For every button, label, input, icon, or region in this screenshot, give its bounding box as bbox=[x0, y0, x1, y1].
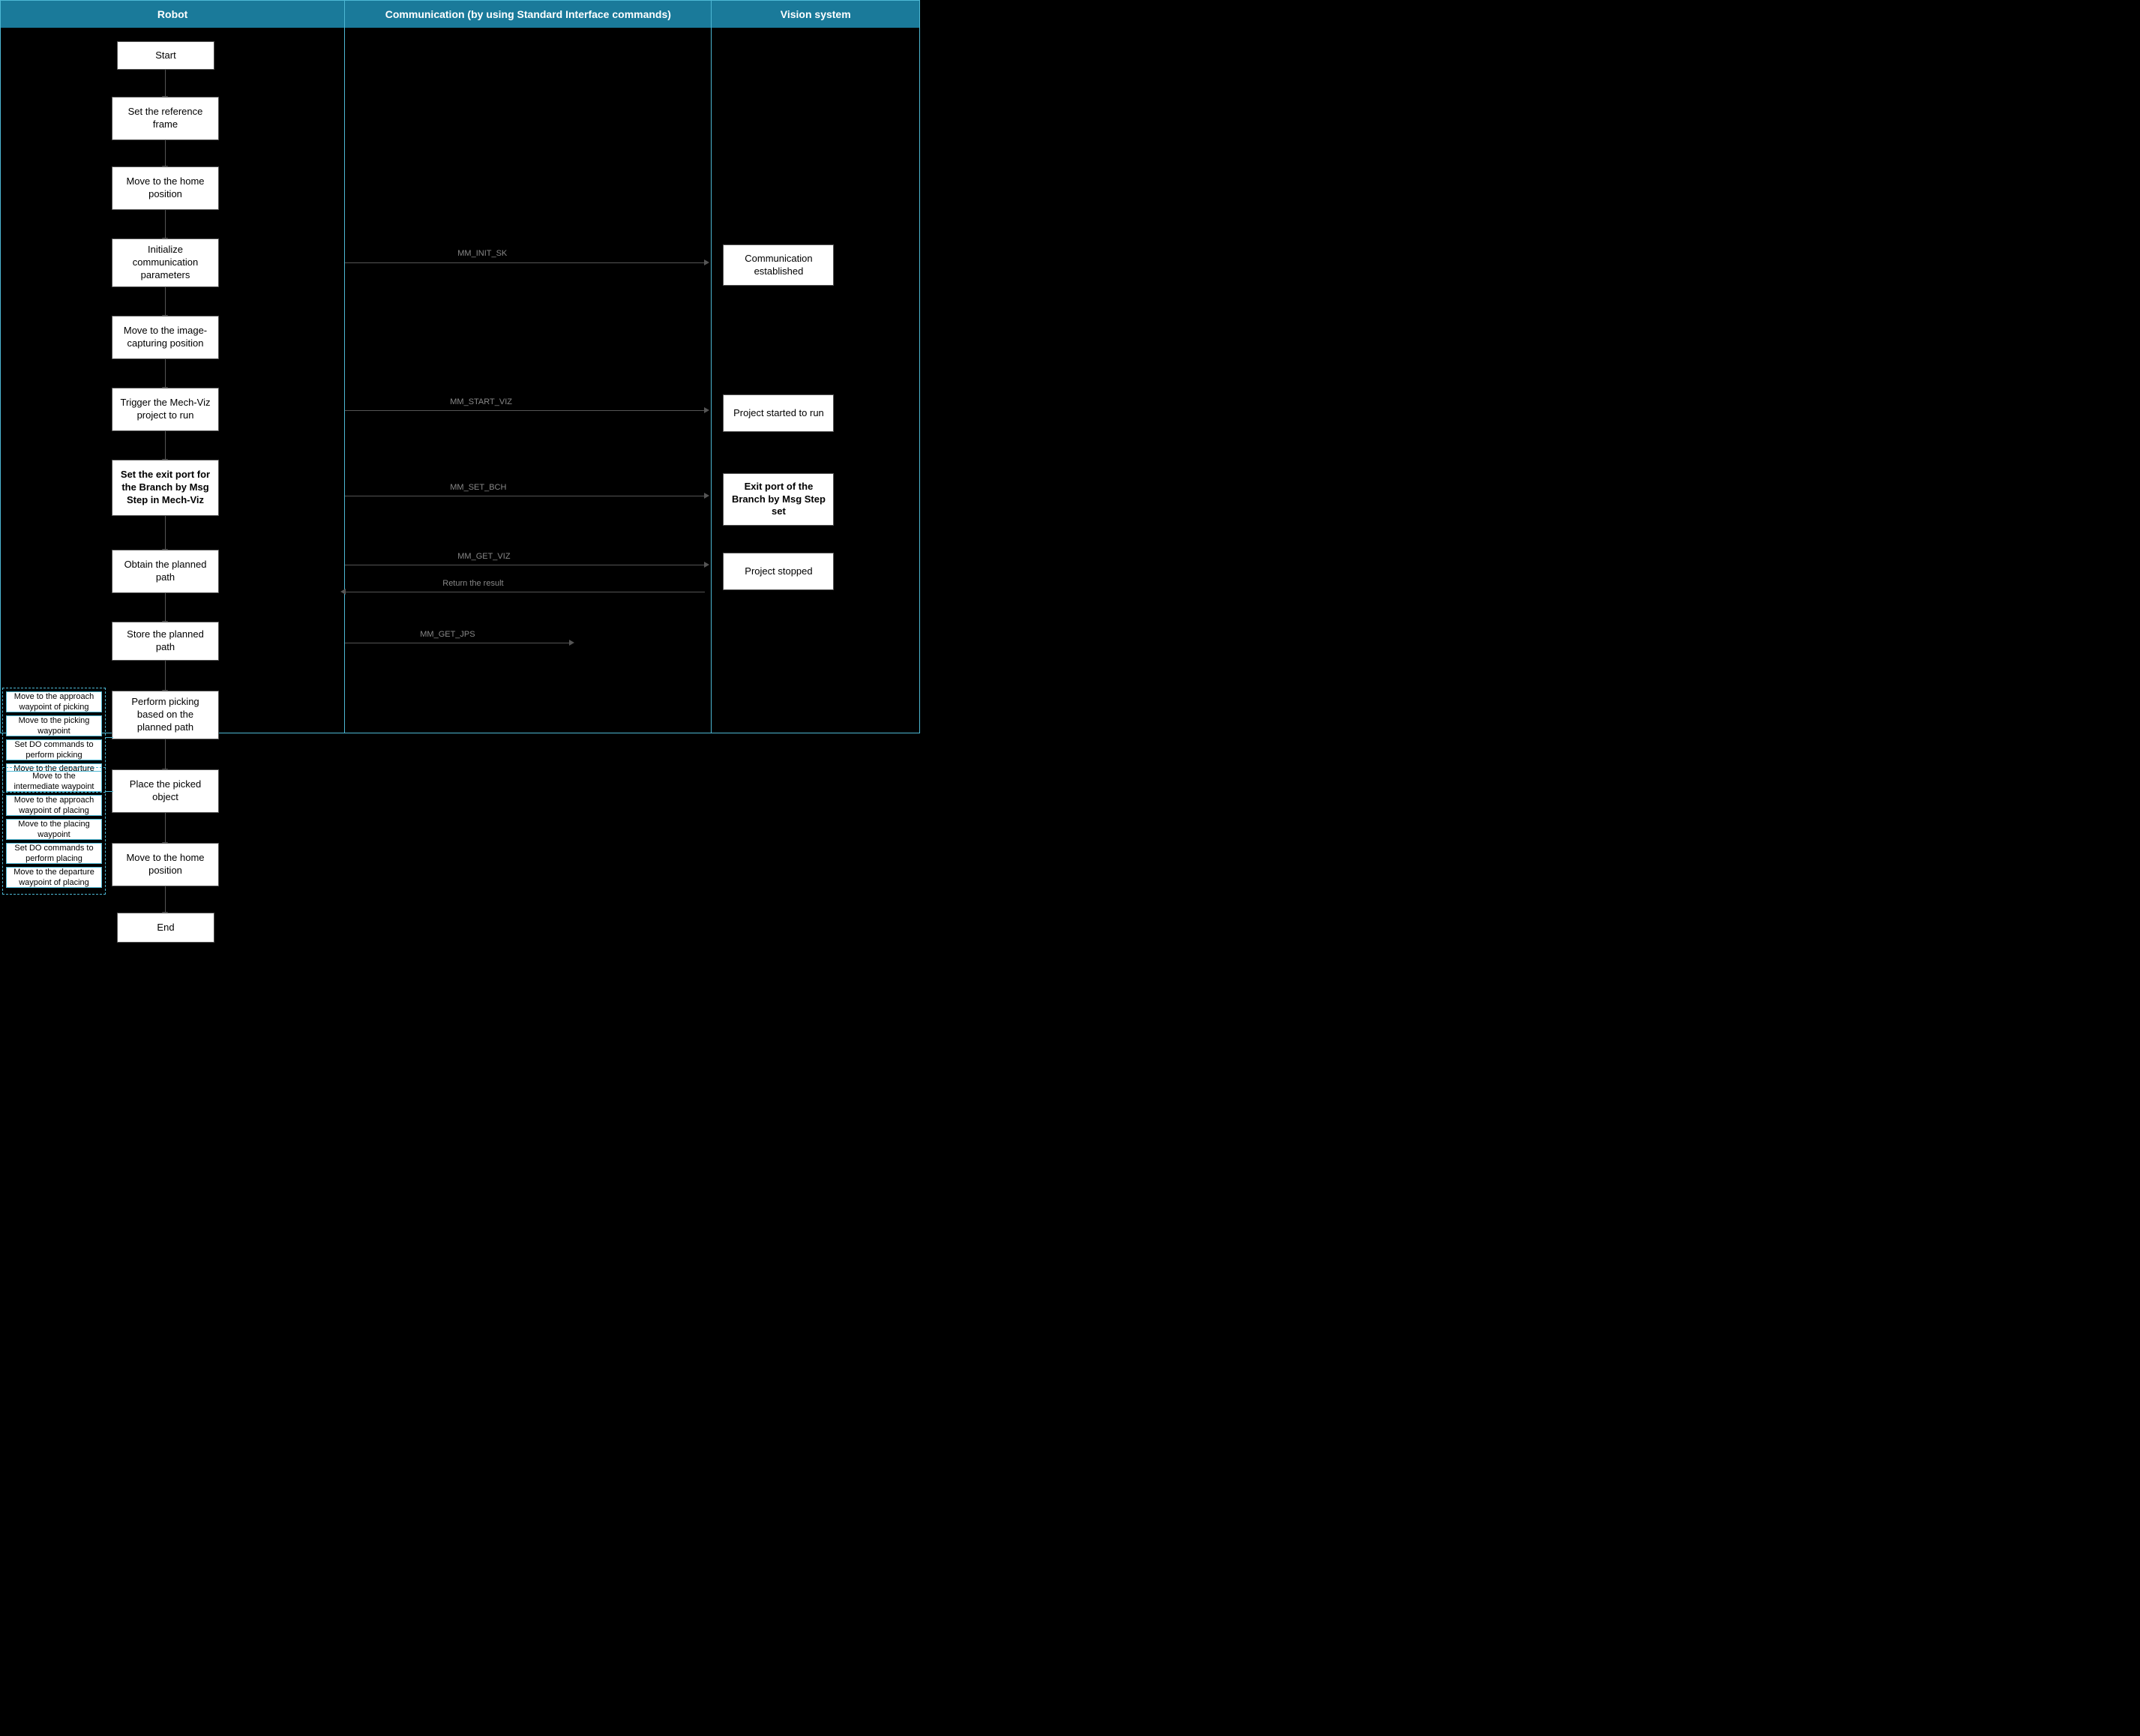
mm-init-arrow bbox=[345, 262, 705, 263]
placing-item-1: Move to the intermediate waypoint bbox=[6, 771, 102, 792]
exit-port-box: Exit port of the Branch by Msg Step set bbox=[723, 473, 834, 526]
header-comm: Communication (by using Standard Interfa… bbox=[345, 1, 712, 28]
init-comm-box: Initialize communication parameters bbox=[112, 238, 219, 287]
home-pos-1-box: Move to the home position bbox=[112, 166, 219, 210]
ref-frame-box: Set the reference frame bbox=[112, 97, 219, 140]
mm-init-label: MM_INIT_SK bbox=[457, 249, 507, 258]
place-label: Place the picked object bbox=[118, 778, 212, 804]
ref-frame-label: Set the reference frame bbox=[118, 106, 212, 131]
home-pos-2-label: Move to the home position bbox=[118, 852, 212, 877]
picking-item-3: Set DO commands to perform picking bbox=[6, 739, 102, 760]
robot-column: Start Set the reference frame Move to th… bbox=[1, 28, 345, 733]
picking-arrow bbox=[106, 737, 113, 738]
image-pos-label: Move to the image-capturing position bbox=[118, 325, 212, 350]
header-robot: Robot bbox=[1, 1, 345, 28]
comm-estab-box: Communication established bbox=[723, 244, 834, 286]
placing-item-3: Move to the placing waypoint bbox=[6, 819, 102, 840]
header: Robot Communication (by using Standard I… bbox=[0, 0, 920, 28]
comm-estab-label: Communication established bbox=[730, 253, 827, 278]
home-pos-2-box: Move to the home position bbox=[112, 843, 219, 886]
mm-start-arrow bbox=[345, 410, 705, 411]
end-label: End bbox=[157, 922, 174, 934]
mm-get-viz-label: MM_GET_VIZ bbox=[457, 552, 510, 561]
placing-group: Move to the intermediate waypoint Move t… bbox=[2, 767, 106, 895]
trigger-box: Trigger the Mech-Viz project to run bbox=[112, 388, 219, 431]
exit-port-label: Exit port of the Branch by Msg Step set bbox=[730, 481, 827, 519]
placing-item-2: Move to the approach waypoint of placing bbox=[6, 795, 102, 816]
store-path-box: Store the planned path bbox=[112, 622, 219, 661]
end-box: End bbox=[117, 913, 214, 943]
trigger-label: Trigger the Mech-Viz project to run bbox=[118, 397, 212, 422]
perform-picking-box: Perform picking based on the planned pat… bbox=[112, 691, 219, 739]
perform-picking-label: Perform picking based on the planned pat… bbox=[118, 696, 212, 734]
picking-label-1: Move to the approach waypoint of picking bbox=[11, 691, 97, 713]
start-box: Start bbox=[117, 41, 214, 70]
comm-column: MM_INIT_SK MM_START_VIZ MM_SET_BCH MM_GE… bbox=[345, 28, 712, 733]
vision-column: Communication established Project starte… bbox=[712, 28, 919, 733]
proj-started-label: Project started to run bbox=[733, 407, 824, 420]
proj-stopped-box: Project stopped bbox=[723, 553, 834, 590]
proj-stopped-label: Project stopped bbox=[745, 565, 812, 578]
picking-label-2: Move to the picking waypoint bbox=[11, 715, 97, 737]
init-comm-label: Initialize communication parameters bbox=[118, 244, 212, 282]
placing-label-5: Move to the departure waypoint of placin… bbox=[11, 867, 97, 889]
set-exit-label: Set the exit port for the Branch by Msg … bbox=[118, 469, 212, 507]
placing-label-2: Move to the approach waypoint of placing bbox=[11, 795, 97, 817]
place-box: Place the picked object bbox=[112, 769, 219, 813]
obtain-path-label: Obtain the planned path bbox=[118, 559, 212, 584]
image-pos-box: Move to the image-capturing position bbox=[112, 316, 219, 359]
placing-arrow bbox=[106, 791, 113, 792]
mm-set-label: MM_SET_BCH bbox=[450, 483, 506, 492]
proj-started-box: Project started to run bbox=[723, 394, 834, 432]
content-area: Start Set the reference frame Move to th… bbox=[0, 28, 920, 733]
picking-item-1: Move to the approach waypoint of picking bbox=[6, 691, 102, 712]
start-label: Start bbox=[155, 49, 175, 62]
picking-item-2: Move to the picking waypoint bbox=[6, 715, 102, 736]
obtain-path-box: Obtain the planned path bbox=[112, 550, 219, 593]
placing-label-4: Set DO commands to perform placing bbox=[11, 843, 97, 865]
placing-label-1: Move to the intermediate waypoint bbox=[11, 771, 97, 793]
return-result-label: Return the result bbox=[442, 579, 503, 588]
mm-start-label: MM_START_VIZ bbox=[450, 397, 512, 406]
placing-item-5: Move to the departure waypoint of placin… bbox=[6, 867, 102, 888]
picking-label-3: Set DO commands to perform picking bbox=[11, 739, 97, 761]
store-path-label: Store the planned path bbox=[118, 628, 212, 654]
placing-item-4: Set DO commands to perform placing bbox=[6, 843, 102, 864]
placing-label-3: Move to the placing waypoint bbox=[11, 819, 97, 841]
diagram-wrapper: Robot Communication (by using Standard I… bbox=[0, 0, 920, 733]
home-pos-1-label: Move to the home position bbox=[118, 175, 212, 201]
mm-get-jps-label: MM_GET_JPS bbox=[420, 630, 475, 639]
set-exit-box: Set the exit port for the Branch by Msg … bbox=[112, 460, 219, 516]
header-vision: Vision system bbox=[712, 1, 919, 28]
